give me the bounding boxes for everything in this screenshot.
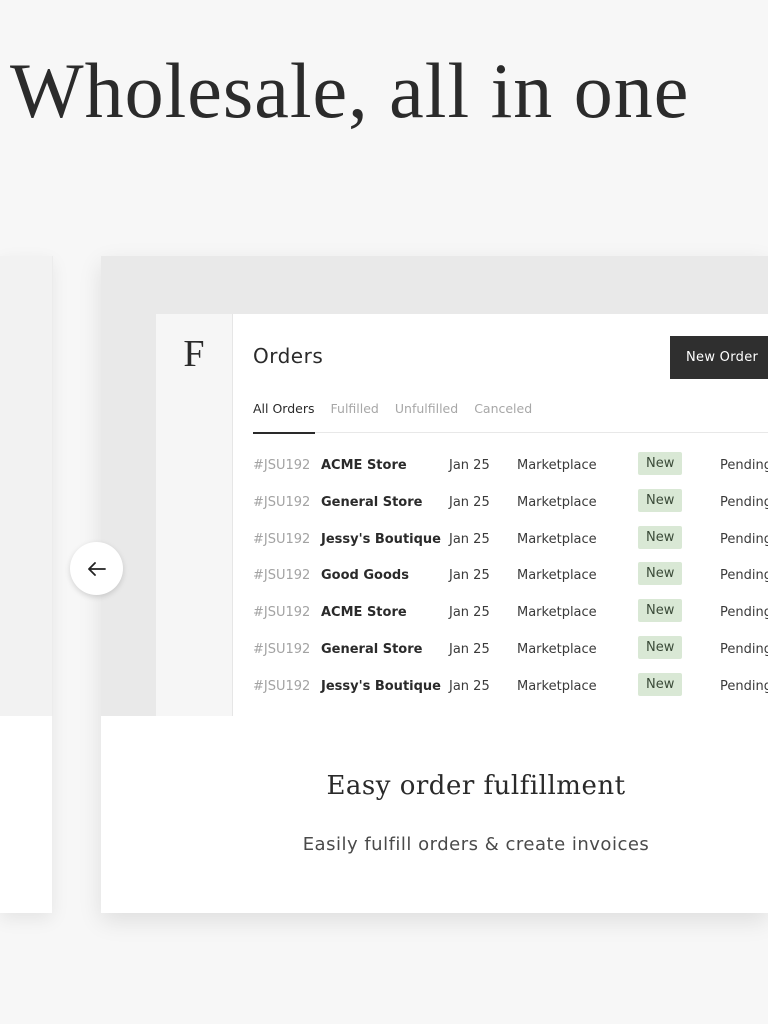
order-channel: Marketplace (517, 678, 597, 694)
new-order-button[interactable]: New Order (670, 336, 768, 379)
table-row[interactable]: #JSU192 General Store Jan 25 Marketplace New… (253, 634, 768, 671)
feature-screenshot: F Orders New Order All Orders Fulfilled Un… (101, 256, 768, 716)
tab-unfulfilled[interactable]: Unfulfilled (395, 400, 458, 432)
order-channel: Marketplace (517, 531, 597, 547)
order-date: Jan 25 (449, 531, 490, 547)
fulfillment-status: Pending (720, 605, 768, 621)
store-name: General Store (321, 494, 423, 510)
order-id: #JSU192 (253, 568, 311, 584)
order-channel: Marketplace (517, 458, 597, 473)
order-id: #JSU192 (253, 605, 311, 621)
status-badge: New (638, 635, 683, 659)
app-logo: F (183, 333, 205, 375)
app-sidebar: F (156, 314, 233, 716)
order-id: #JSU192 (253, 494, 311, 510)
store-name: ACME Store (321, 605, 407, 621)
order-id: #JSU192 (253, 458, 311, 473)
previous-slide-card[interactable] (0, 256, 53, 913)
table-row[interactable]: #JSU192 Jessy's Boutique Jan 25 Marketplace… (253, 524, 768, 561)
page-title: Orders (253, 344, 324, 368)
tab-fulfilled[interactable]: Fulfilled (331, 400, 379, 432)
orders-table: #JSU192 ACME Store Jan 25 Marketplace New Pen… (253, 450, 768, 708)
orders-app-window: F Orders New Order All Orders Fulfilled Un… (156, 314, 768, 716)
order-date: Jan 25 (449, 605, 490, 621)
table-row[interactable]: #JSU192 Jessy's Boutique Jan 25 Marketplace… (253, 671, 768, 708)
order-channel: Marketplace (517, 494, 597, 510)
status-badge: New (638, 488, 683, 512)
app-main: Orders New Order All Orders Fulfilled Unfu… (233, 314, 768, 716)
previous-slide-button[interactable] (70, 542, 123, 595)
caption-subtitle: Easily fulfill orders & create invoices (302, 834, 650, 855)
status-badge: New (638, 672, 683, 696)
order-channel: Marketplace (517, 641, 597, 657)
store-name: General Store (321, 641, 423, 657)
feature-slide-card: F Orders New Order All Orders Fulfilled Un… (101, 256, 768, 913)
caption-title: Easy order fulfillment (326, 771, 626, 801)
fulfillment-status: Pending (720, 568, 768, 584)
tab-canceled[interactable]: Canceled (474, 400, 532, 432)
order-channel: Marketplace (517, 605, 597, 621)
table-row[interactable]: #JSU192 Good Goods Jan 25 Marketplace New Pen… (253, 560, 768, 597)
table-row[interactable]: #JSU192 General Store Jan 25 Marketplace New… (253, 487, 768, 524)
table-row[interactable]: #JSU192 ACME Store Jan 25 Marketplace New Pen… (253, 450, 768, 487)
hero-title: Wholesale, all in one (10, 47, 690, 134)
status-badge: New (638, 562, 683, 586)
arrow-left-icon (87, 561, 106, 576)
store-name: Good Goods (321, 568, 409, 584)
order-date: Jan 25 (449, 494, 490, 510)
fulfillment-status: Pending (720, 458, 768, 473)
order-tabs: All Orders Fulfilled Unfulfilled Canceled (253, 398, 768, 434)
store-name: Jessy's Boutique (321, 531, 441, 547)
fulfillment-status: Pending (720, 494, 768, 510)
order-id: #JSU192 (253, 641, 311, 657)
fulfillment-status: Pending (720, 678, 768, 694)
store-name: Jessy's Boutique (321, 678, 441, 694)
tab-all-orders[interactable]: All Orders (253, 400, 315, 434)
order-id: #JSU192 (253, 678, 311, 694)
order-channel: Marketplace (517, 568, 597, 584)
order-date: Jan 25 (449, 458, 490, 473)
status-badge: New (638, 452, 683, 475)
previous-slide-image (0, 256, 53, 716)
order-date: Jan 25 (449, 568, 490, 584)
status-badge: New (638, 599, 683, 623)
store-name: ACME Store (321, 458, 407, 473)
order-date: Jan 25 (449, 678, 490, 694)
table-row[interactable]: #JSU192 ACME Store Jan 25 Marketplace New Pen… (253, 597, 768, 634)
fulfillment-status: Pending (720, 641, 768, 657)
order-date: Jan 25 (449, 641, 490, 657)
fulfillment-status: Pending (720, 531, 768, 547)
status-badge: New (638, 525, 683, 549)
order-id: #JSU192 (253, 531, 311, 547)
